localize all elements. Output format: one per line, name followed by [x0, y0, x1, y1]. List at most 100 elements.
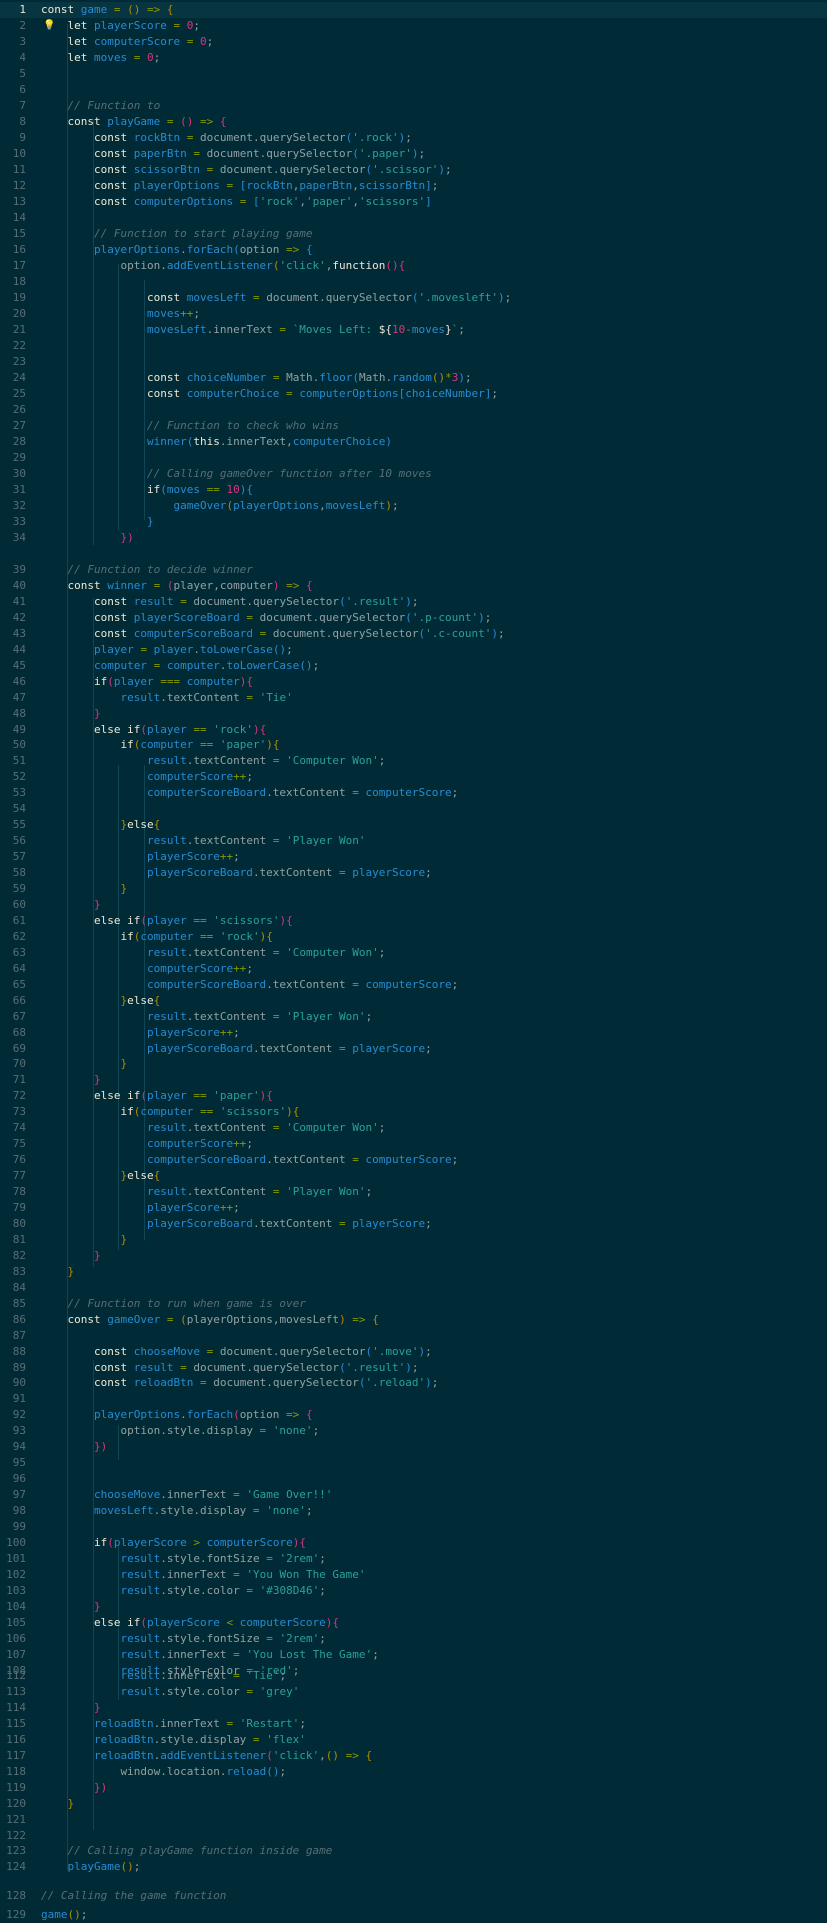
code-line[interactable]: 78 result.textContent = 'Player Won';	[0, 1184, 827, 1200]
code-line[interactable]: 114 }	[0, 1700, 827, 1716]
code-line[interactable]: 101 result.style.fontSize = '2rem';	[0, 1551, 827, 1567]
code-line[interactable]: 84	[0, 1280, 827, 1296]
code-line[interactable]: 9 const rockBtn = document.querySelector…	[0, 130, 827, 146]
code-line[interactable]: 16 playerOptions.forEach(option => {	[0, 242, 827, 258]
code-line[interactable]: 41 const result = document.querySelector…	[0, 594, 827, 610]
code-line[interactable]: 34 })	[0, 530, 827, 546]
code-line[interactable]: 17 option.addEventListener('click',funct…	[0, 258, 827, 274]
code-line[interactable]: 65 computerScoreBoard.textContent = comp…	[0, 977, 827, 993]
code-line[interactable]: 12 const playerOptions = [rockBtn,paperB…	[0, 178, 827, 194]
code-line[interactable]: 119 })	[0, 1780, 827, 1796]
code-line[interactable]: 72 else if(player == 'paper'){	[0, 1088, 827, 1104]
code-line[interactable]: 91	[0, 1391, 827, 1407]
code-line[interactable]: 89 const result = document.querySelector…	[0, 1360, 827, 1376]
code-line[interactable]: 47 result.textContent = 'Tie'	[0, 690, 827, 706]
code-line[interactable]: 52 computerScore++;	[0, 769, 827, 785]
code-line[interactable]: 44 player = player.toLowerCase();	[0, 642, 827, 658]
code-line[interactable]: 13 const computerOptions = ['rock','pape…	[0, 194, 827, 210]
code-line[interactable]: 33 }	[0, 514, 827, 530]
code-line[interactable]: 100 if(playerScore > computerScore){	[0, 1535, 827, 1551]
code-line[interactable]: 103 result.style.color = '#308D46';	[0, 1583, 827, 1599]
code-line[interactable]: 81 }	[0, 1232, 827, 1248]
code-editor[interactable]: 1 const game = () => {2 💡 let playerScore …	[0, 0, 827, 1921]
code-line[interactable]: 77 }else{	[0, 1168, 827, 1184]
code-line[interactable]: 60 }	[0, 897, 827, 913]
code-line[interactable]: 39 // Function to decide winner	[0, 562, 827, 578]
code-line[interactable]: 40 const winner = (player,computer) => {	[0, 578, 827, 594]
code-line[interactable]: 71 }	[0, 1072, 827, 1088]
code-line[interactable]: 122	[0, 1828, 827, 1844]
code-line[interactable]: 83 }	[0, 1264, 827, 1280]
code-line[interactable]: 97 chooseMove.innerText = 'Game Over!!'	[0, 1487, 827, 1503]
code-line[interactable]: 29	[0, 450, 827, 466]
code-line[interactable]: 117 reloadBtn.addEventListener('click',(…	[0, 1748, 827, 1764]
code-line[interactable]: 124 playGame();	[0, 1859, 827, 1875]
code-line[interactable]: 80 playerScoreBoard.textContent = player…	[0, 1216, 827, 1232]
code-line[interactable]: 79 playerScore++;	[0, 1200, 827, 1216]
code-line[interactable]: 112 result.innerText = 'Tie';	[0, 1668, 827, 1684]
code-line[interactable]: 10 const paperBtn = document.querySelect…	[0, 146, 827, 162]
code-line[interactable]: 23	[0, 354, 827, 370]
code-line[interactable]: 8 const playGame = () => {	[0, 114, 827, 130]
code-line[interactable]: 98 movesLeft.style.display = 'none';	[0, 1503, 827, 1519]
code-line[interactable]: 59 }	[0, 881, 827, 897]
code-line[interactable]: 102 result.innerText = 'You Won The Game…	[0, 1567, 827, 1583]
code-line[interactable]: 22	[0, 338, 827, 354]
code-line[interactable]: 68 playerScore++;	[0, 1025, 827, 1041]
code-line[interactable]: 63 result.textContent = 'Computer Won';	[0, 945, 827, 961]
code-line[interactable]: 90 const reloadBtn = document.querySelec…	[0, 1375, 827, 1391]
code-line[interactable]: 30 // Calling gameOver function after 10…	[0, 466, 827, 482]
code-line[interactable]: 21 movesLeft.innerText = `Moves Left: ${…	[0, 322, 827, 338]
code-line[interactable]: 56 result.textContent = 'Player Won'	[0, 833, 827, 849]
code-line[interactable]: 50 if(computer == 'paper'){	[0, 737, 827, 753]
code-line[interactable]: 26	[0, 402, 827, 418]
code-line[interactable]: 66 }else{	[0, 993, 827, 1009]
code-line[interactable]: 87	[0, 1328, 827, 1344]
code-line[interactable]: 93 option.style.display = 'none';	[0, 1423, 827, 1439]
code-line[interactable]: 64 computerScore++;	[0, 961, 827, 977]
code-line[interactable]: 20 moves++;	[0, 306, 827, 322]
code-line[interactable]: 2 💡 let playerScore = 0;	[0, 18, 827, 34]
code-line[interactable]: 113 result.style.color = 'grey'	[0, 1684, 827, 1700]
code-line[interactable]: 7 // Function to	[0, 98, 827, 114]
code-line[interactable]: 92 playerOptions.forEach(option => {	[0, 1407, 827, 1423]
code-line[interactable]: 61 else if(player == 'scissors'){	[0, 913, 827, 929]
code-line[interactable]: 11 const scissorBtn = document.querySele…	[0, 162, 827, 178]
code-line[interactable]: 53 computerScoreBoard.textContent = comp…	[0, 785, 827, 801]
code-line[interactable]: 107 result.innerText = 'You Lost The Gam…	[0, 1647, 827, 1663]
code-line[interactable]: 70 }	[0, 1056, 827, 1072]
code-line[interactable]: 73 if(computer == 'scissors'){	[0, 1104, 827, 1120]
code-line[interactable]: 24 const choiceNumber = Math.floor(Math.…	[0, 370, 827, 386]
code-line[interactable]: 69 playerScoreBoard.textContent = player…	[0, 1041, 827, 1057]
code-line[interactable]: 96	[0, 1471, 827, 1487]
code-line[interactable]: 45 computer = computer.toLowerCase();	[0, 658, 827, 674]
code-line[interactable]: 121	[0, 1812, 827, 1828]
code-line[interactable]: 67 result.textContent = 'Player Won';	[0, 1009, 827, 1025]
code-line[interactable]: 46 if(player === computer){	[0, 674, 827, 690]
code-line[interactable]: 76 computerScoreBoard.textContent = comp…	[0, 1152, 827, 1168]
code-line[interactable]: 28 winner(this.innerText,computerChoice)	[0, 434, 827, 450]
code-line[interactable]: 49 else if(player == 'rock'){	[0, 722, 827, 738]
code-line[interactable]: 14	[0, 210, 827, 226]
code-line[interactable]: 88 const chooseMove = document.querySele…	[0, 1344, 827, 1360]
code-line[interactable]: 42 const playerScoreBoard = document.que…	[0, 610, 827, 626]
code-line[interactable]: 18	[0, 274, 827, 290]
code-line[interactable]: 54	[0, 801, 827, 817]
code-line[interactable]: 115 reloadBtn.innerText = 'Restart';	[0, 1716, 827, 1732]
code-line[interactable]: 94 })	[0, 1439, 827, 1455]
code-line[interactable]: 85 // Function to run when game is over	[0, 1296, 827, 1312]
code-line[interactable]: 82 }	[0, 1248, 827, 1264]
code-line[interactable]: 99	[0, 1519, 827, 1535]
code-line[interactable]: 48 }	[0, 706, 827, 722]
code-line[interactable]: 86 const gameOver = (playerOptions,moves…	[0, 1312, 827, 1328]
code-line[interactable]: 3 let computerScore = 0;	[0, 34, 827, 50]
code-line[interactable]: 116 reloadBtn.style.display = 'flex'	[0, 1732, 827, 1748]
code-line[interactable]: 118 window.location.reload();	[0, 1764, 827, 1780]
code-line[interactable]: 32 gameOver(playerOptions,movesLeft);	[0, 498, 827, 514]
code-line[interactable]: 74 result.textContent = 'Computer Won';	[0, 1120, 827, 1136]
code-line[interactable]: 6	[0, 82, 827, 98]
code-line[interactable]: 31 if(moves == 10){	[0, 482, 827, 498]
code-line[interactable]: 5	[0, 66, 827, 82]
code-line[interactable]: 105 else if(playerScore < computerScore)…	[0, 1615, 827, 1631]
code-line[interactable]: 1 const game = () => {	[0, 2, 827, 18]
